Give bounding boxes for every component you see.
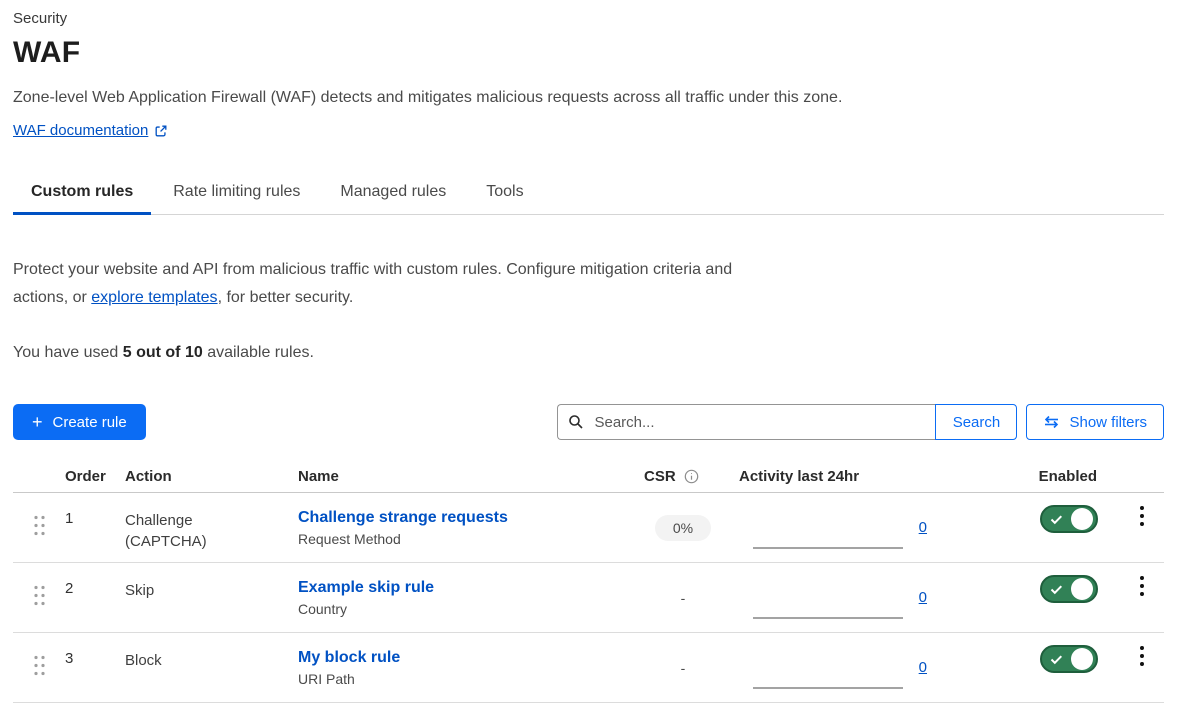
drag-handle[interactable] — [13, 514, 65, 542]
check-icon — [1050, 654, 1063, 665]
drag-handle-icon — [33, 514, 46, 542]
check-icon — [1050, 514, 1063, 525]
check-icon — [1050, 584, 1063, 595]
tab-tools[interactable]: Tools — [468, 175, 541, 214]
row-menu-button[interactable] — [1132, 572, 1152, 600]
table-row: 3 Block My block rule URI Path - 0 — [13, 633, 1164, 703]
search-icon — [568, 414, 584, 435]
kebab-dot — [1140, 514, 1144, 518]
intro-text-after: , for better security. — [218, 289, 354, 306]
waf-documentation-link[interactable]: WAF documentation — [13, 122, 148, 139]
kebab-dot — [1140, 654, 1144, 658]
kebab-dot — [1140, 506, 1144, 510]
usage-suffix: available rules. — [203, 344, 314, 361]
activity-count-link[interactable]: 0 — [919, 519, 927, 536]
activity-sparkline — [753, 687, 903, 689]
csr-value: 0% — [655, 515, 711, 541]
kebab-dot — [1140, 522, 1144, 526]
drag-handle[interactable] — [13, 654, 65, 682]
swap-arrows-icon — [1043, 415, 1060, 429]
row-order: 1 — [65, 493, 125, 527]
usage-prefix: You have used — [13, 344, 123, 361]
usage-count: 5 out of 10 — [123, 344, 203, 361]
table-row: 1 Challenge (CAPTCHA) Challenge strange … — [13, 493, 1164, 563]
intro-paragraph: Protect your website and API from malici… — [13, 256, 753, 312]
kebab-dot — [1140, 584, 1144, 588]
show-filters-button[interactable]: Show filters — [1026, 404, 1164, 440]
csr-value: - — [681, 585, 686, 611]
toggle-knob — [1071, 508, 1093, 530]
breadcrumb: Security — [13, 10, 1164, 27]
header-csr-label: CSR — [644, 468, 676, 485]
row-action: Block — [125, 650, 162, 671]
explore-templates-link[interactable]: explore templates — [91, 289, 217, 306]
row-order: 3 — [65, 633, 125, 667]
rule-field: URI Path — [298, 671, 644, 687]
header-action: Action — [125, 468, 298, 485]
search-group: Search — [557, 404, 1017, 440]
plus-icon: + — [32, 413, 43, 431]
rule-name-link[interactable]: My block rule — [298, 649, 644, 667]
doc-link-row: WAF documentation — [13, 122, 1164, 139]
kebab-dot — [1140, 592, 1144, 596]
kebab-dot — [1140, 576, 1144, 580]
rule-field: Country — [298, 601, 644, 617]
info-icon[interactable] — [684, 469, 699, 484]
activity-sparkline — [753, 547, 903, 549]
rules-table: Order Action Name CSR Activity last 24hr… — [13, 440, 1164, 703]
activity-sparkline — [753, 617, 903, 619]
row-action: Challenge (CAPTCHA) — [125, 510, 221, 552]
enabled-toggle[interactable] — [1040, 505, 1098, 533]
header-name: Name — [298, 468, 644, 485]
page-title: WAF — [13, 36, 1164, 70]
toggle-knob — [1071, 648, 1093, 670]
row-action: Skip — [125, 580, 154, 601]
rule-name-link[interactable]: Example skip rule — [298, 579, 644, 597]
toolbar-right: Search Show filters — [557, 404, 1164, 440]
header-csr: CSR — [644, 468, 739, 485]
rule-field: Request Method — [298, 531, 644, 547]
drag-handle-icon — [33, 584, 46, 612]
activity-count-link[interactable]: 0 — [919, 589, 927, 606]
page-description: Zone-level Web Application Firewall (WAF… — [13, 89, 1164, 107]
show-filters-label: Show filters — [1069, 414, 1147, 431]
tab-rate-limiting-rules[interactable]: Rate limiting rules — [155, 175, 318, 214]
header-activity: Activity last 24hr — [739, 468, 979, 485]
row-order: 2 — [65, 563, 125, 597]
tab-bar: Custom rules Rate limiting rules Managed… — [13, 175, 1164, 215]
waf-page: Security WAF Zone-level Web Application … — [0, 0, 1177, 703]
header-order: Order — [65, 468, 125, 485]
search-box — [557, 404, 935, 440]
kebab-dot — [1140, 646, 1144, 650]
search-button[interactable]: Search — [935, 404, 1017, 440]
external-link-icon — [154, 124, 168, 138]
drag-handle-icon — [33, 654, 46, 682]
table-row: 2 Skip Example skip rule Country - 0 — [13, 563, 1164, 633]
csr-value: - — [681, 655, 686, 681]
row-menu-button[interactable] — [1132, 502, 1152, 530]
header-enabled: Enabled — [979, 468, 1119, 485]
create-rule-button[interactable]: + Create rule — [13, 404, 146, 440]
search-input[interactable] — [557, 404, 935, 440]
rules-table-body: 1 Challenge (CAPTCHA) Challenge strange … — [13, 493, 1164, 703]
drag-handle[interactable] — [13, 584, 65, 612]
kebab-dot — [1140, 662, 1144, 666]
tab-managed-rules[interactable]: Managed rules — [322, 175, 464, 214]
rule-name-link[interactable]: Challenge strange requests — [298, 509, 644, 527]
toolbar: + Create rule Search — [13, 404, 1164, 440]
create-rule-label: Create rule — [53, 414, 127, 431]
enabled-toggle[interactable] — [1040, 575, 1098, 603]
usage-line: You have used 5 out of 10 available rule… — [13, 344, 1164, 362]
toggle-knob — [1071, 578, 1093, 600]
enabled-toggle[interactable] — [1040, 645, 1098, 673]
tab-custom-rules[interactable]: Custom rules — [13, 175, 151, 214]
activity-count-link[interactable]: 0 — [919, 659, 927, 676]
row-menu-button[interactable] — [1132, 642, 1152, 670]
rules-table-header: Order Action Name CSR Activity last 24hr… — [13, 440, 1164, 493]
